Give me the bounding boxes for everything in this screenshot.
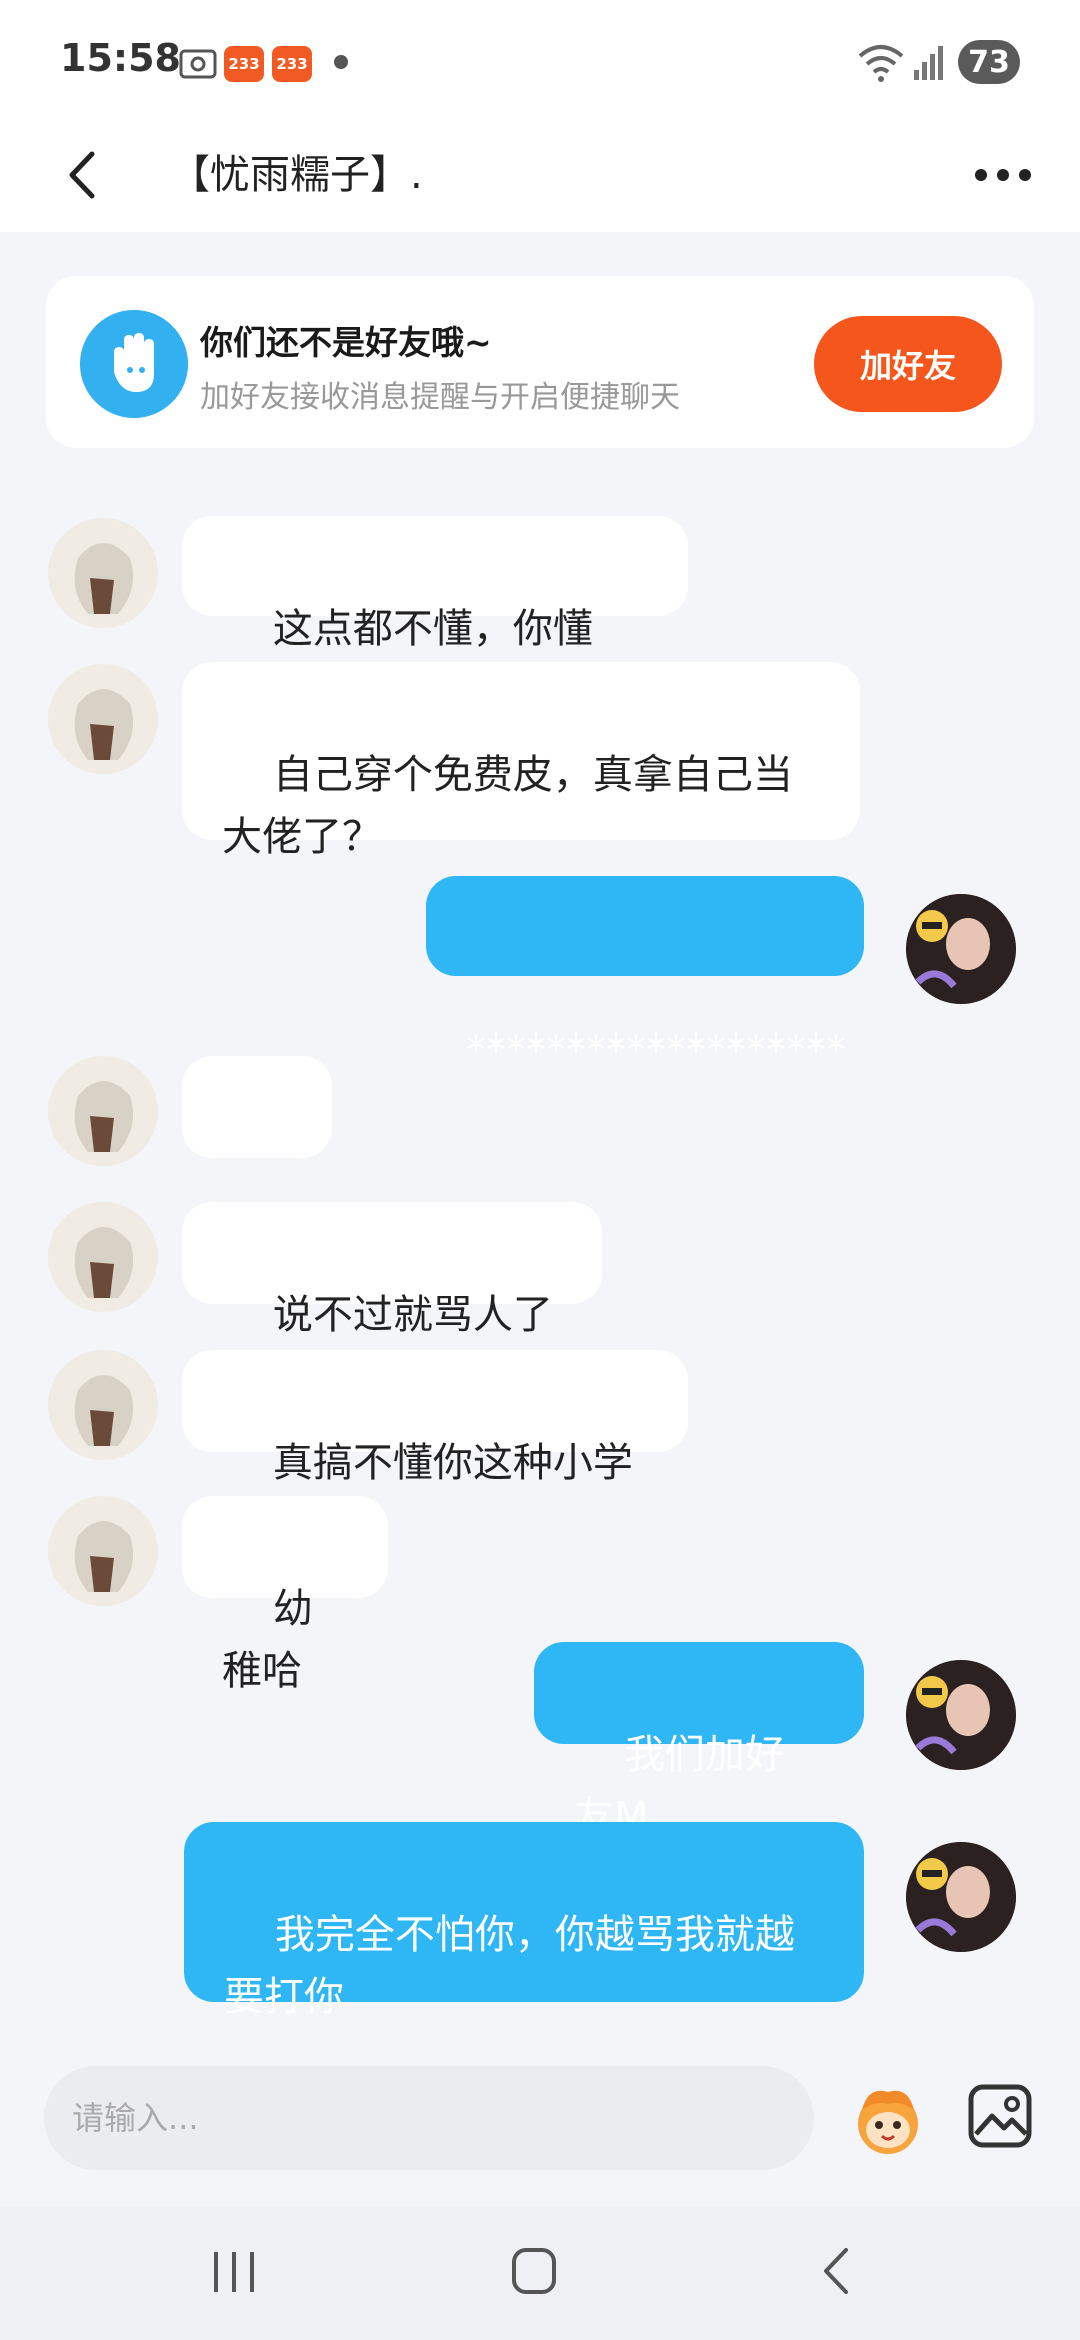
message-bubble[interactable]: 幼稚哈	[182, 1496, 388, 1694]
battery-indicator: 73	[958, 40, 1020, 84]
badge-count: 233	[228, 55, 260, 73]
message-bubble[interactable]: 我们加好友M	[534, 1642, 864, 1840]
message-bubble[interactable]: 我完全不怕你，你越骂我就越要打你	[184, 1822, 864, 2020]
battery-level: 73	[968, 44, 1010, 80]
message-bubble[interactable]: 真搞不懂你这种小学生	[182, 1350, 688, 1548]
contact-avatar[interactable]	[48, 664, 158, 774]
add-friend-card: 你们还不是好友哦~ 加好友接收消息提醒与开启便捷聊天 加好友	[46, 276, 1034, 448]
chat-header: 【忧雨糯子】.	[0, 120, 1080, 232]
app-notification-icon: 233	[224, 46, 264, 82]
message-text: 幼稚哈	[222, 1586, 313, 1694]
message-bubble[interactable]: *******************	[426, 876, 864, 1074]
my-avatar[interactable]	[906, 894, 1016, 1004]
contact-avatar[interactable]	[48, 1056, 158, 1166]
message-bubble[interactable]: 666	[182, 1056, 332, 1254]
system-navigation-bar	[0, 2206, 1080, 2340]
emoji-icon[interactable]	[848, 2080, 928, 2160]
back-icon[interactable]	[798, 2236, 878, 2306]
waving-hand-icon	[80, 310, 188, 418]
message-input[interactable]	[44, 2066, 814, 2170]
status-time: 15:58	[60, 36, 181, 80]
contact-avatar[interactable]	[48, 1496, 158, 1606]
my-avatar[interactable]	[906, 1660, 1016, 1770]
screenshot-icon	[179, 49, 217, 79]
contact-avatar[interactable]	[48, 1350, 158, 1460]
message-text: 我完全不怕你，你越骂我就越要打你	[224, 1912, 795, 2020]
image-icon[interactable]	[966, 2082, 1034, 2150]
add-friend-title: 你们还不是好友哦~	[200, 323, 492, 362]
message-bubble[interactable]: 这点都不懂，你懂了？	[182, 516, 688, 714]
more-notifications-dot	[334, 55, 348, 69]
more-options-icon[interactable]	[968, 150, 1038, 200]
message-text: *******************	[466, 1028, 846, 1074]
badge-count: 233	[276, 55, 308, 73]
app-notification-icon: 233	[272, 46, 312, 82]
contact-avatar[interactable]	[48, 1202, 158, 1312]
my-avatar[interactable]	[906, 1842, 1016, 1952]
add-friend-subtitle: 加好友接收消息提醒与开启便捷聊天	[200, 380, 680, 415]
message-bubble[interactable]: 自己穿个免费皮，真拿自己当大佬了？	[182, 662, 860, 860]
status-bar: 15:58 233 233 73	[0, 0, 1080, 120]
back-arrow-icon[interactable]	[50, 140, 120, 210]
message-bubble[interactable]: 说不过就骂人了呗	[182, 1202, 602, 1400]
message-input-bar	[0, 2030, 1080, 2206]
chat-title: 【忧雨糯子】.	[170, 152, 423, 198]
home-icon[interactable]	[494, 2236, 574, 2306]
recent-apps-icon[interactable]	[194, 2236, 274, 2306]
wifi-icon	[858, 45, 904, 82]
add-friend-button[interactable]: 加好友	[814, 316, 1002, 412]
signal-icon	[914, 46, 943, 80]
message-text: 自己穿个免费皮，真拿自己当大佬了？	[222, 752, 793, 860]
contact-avatar[interactable]	[48, 518, 158, 628]
